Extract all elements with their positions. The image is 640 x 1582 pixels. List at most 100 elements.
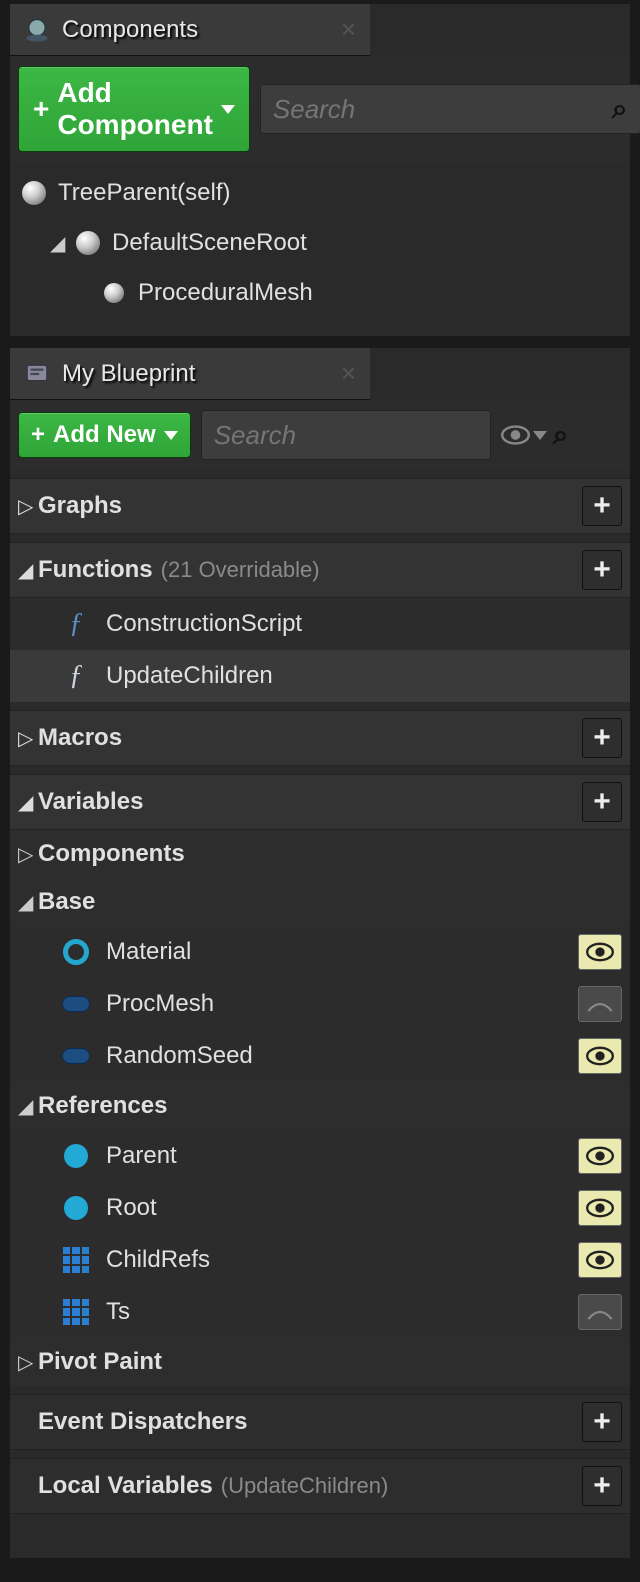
expand-icon[interactable]: ▷ [18, 726, 38, 751]
add-macro-button[interactable]: + [582, 718, 622, 758]
visibility-toggle[interactable] [578, 1242, 622, 1278]
var-material[interactable]: Material [10, 926, 630, 978]
add-dispatcher-button[interactable]: + [582, 1402, 622, 1442]
var-cat-components[interactable]: ▷ Components [10, 830, 630, 878]
root-label: Root [106, 1194, 564, 1222]
myblueprint-tab[interactable]: My Blueprint × [10, 348, 370, 400]
function-construction-script[interactable]: ƒ ConstructionScript [10, 598, 630, 650]
construction-script-label: ConstructionScript [106, 610, 622, 638]
add-local-var-button[interactable]: + [582, 1466, 622, 1506]
section-variables[interactable]: ◢ Variables + [10, 774, 630, 830]
expand-icon[interactable]: ◢ [50, 231, 64, 256]
cat-pivotpaint-label: Pivot Paint [38, 1348, 162, 1376]
components-search-input[interactable] [273, 94, 612, 125]
section-local-variables[interactable]: ▷ Local Variables (UpdateChildren) + [10, 1458, 630, 1514]
add-component-label: Add Component [57, 77, 213, 141]
array-var-icon [60, 1244, 92, 1276]
parent-label: Parent [106, 1142, 564, 1170]
blueprint-toolbar: + Add New ⌕ [10, 400, 630, 470]
ts-label: Ts [106, 1298, 564, 1326]
section-macros[interactable]: ▷ Macros + [10, 710, 630, 766]
object-ref-icon [60, 1192, 92, 1224]
scene-component-icon [74, 229, 102, 257]
local-variables-subtitle: (UpdateChildren) [221, 1473, 389, 1499]
var-cat-pivot-paint[interactable]: ▷ Pivot Paint [10, 1338, 630, 1386]
function-update-children[interactable]: ƒ UpdateChildren [10, 650, 630, 702]
tree-procedural-mesh[interactable]: ProceduralMesh [10, 268, 630, 318]
tree-root-label: TreeParent(self) [58, 179, 231, 207]
expand-icon[interactable]: ◢ [18, 890, 38, 915]
expand-icon[interactable]: ▷ [18, 494, 38, 519]
visibility-toggle[interactable] [578, 1038, 622, 1074]
components-search[interactable]: ⌕ [260, 84, 640, 134]
object-var-icon [60, 988, 92, 1020]
var-cat-references[interactable]: ◢ References [10, 1082, 630, 1130]
chevron-down-icon [533, 431, 547, 440]
local-variables-title: Local Variables [38, 1472, 213, 1500]
childrefs-label: ChildRefs [106, 1246, 564, 1274]
variables-title: Variables [38, 788, 143, 816]
functions-subtitle: (21 Overridable) [161, 557, 320, 583]
add-component-button[interactable]: + Add Component [18, 66, 250, 152]
var-randomseed[interactable]: RandomSeed [10, 1030, 630, 1082]
view-options-button[interactable] [501, 424, 547, 446]
procmesh-var-label: ProcMesh [106, 990, 564, 1018]
components-tab[interactable]: Components × [10, 4, 370, 56]
add-graph-button[interactable]: + [582, 486, 622, 526]
actor-icon [20, 179, 48, 207]
tree-default-scene-root[interactable]: ◢ DefaultSceneRoot [10, 218, 630, 268]
material-var-icon [60, 936, 92, 968]
object-var-icon [60, 1040, 92, 1072]
close-icon[interactable]: × [341, 14, 356, 45]
function-icon: ƒ [60, 608, 92, 640]
var-procmesh[interactable]: ProcMesh [10, 978, 630, 1030]
visibility-toggle[interactable] [578, 934, 622, 970]
chevron-down-icon [164, 431, 178, 440]
cat-components-label: Components [38, 840, 185, 868]
plus-icon: + [33, 93, 49, 125]
expand-icon[interactable]: ◢ [18, 558, 38, 583]
cat-references-label: References [38, 1092, 167, 1120]
expand-icon[interactable]: ◢ [18, 790, 38, 815]
var-cat-base[interactable]: ◢ Base [10, 878, 630, 926]
components-tab-title: Components [62, 16, 198, 44]
expand-icon[interactable]: ▷ [18, 1350, 38, 1375]
var-parent[interactable]: Parent [10, 1130, 630, 1182]
add-variable-button[interactable]: + [582, 782, 622, 822]
section-functions[interactable]: ◢ Functions (21 Overridable) + [10, 542, 630, 598]
plus-icon: + [31, 421, 45, 449]
visibility-toggle[interactable] [578, 1294, 622, 1330]
scene-component-icon [100, 279, 128, 307]
cat-base-label: Base [38, 888, 95, 916]
tree-root-self[interactable]: TreeParent(self) [10, 168, 630, 218]
var-root[interactable]: Root [10, 1182, 630, 1234]
material-label: Material [106, 938, 564, 966]
blueprint-tab-title: My Blueprint [62, 360, 195, 388]
components-tree: TreeParent(self) ◢ DefaultSceneRoot Proc… [10, 162, 630, 336]
event-dispatchers-title: Event Dispatchers [38, 1408, 247, 1436]
var-ts[interactable]: Ts [10, 1286, 630, 1338]
chevron-down-icon [221, 105, 235, 114]
close-icon[interactable]: × [341, 358, 356, 389]
add-new-button[interactable]: + Add New [18, 412, 191, 458]
functions-title: Functions [38, 556, 153, 584]
blueprint-search[interactable]: ⌕ [201, 410, 491, 460]
var-childrefs[interactable]: ChildRefs [10, 1234, 630, 1286]
expand-icon[interactable]: ◢ [18, 1094, 38, 1119]
expand-icon[interactable]: ▷ [18, 842, 38, 867]
visibility-toggle[interactable] [578, 986, 622, 1022]
procmesh-label: ProceduralMesh [138, 279, 313, 307]
visibility-toggle[interactable] [578, 1138, 622, 1174]
components-icon [22, 15, 52, 45]
visibility-toggle[interactable] [578, 1190, 622, 1226]
object-ref-icon [60, 1140, 92, 1172]
section-graphs[interactable]: ▷ Graphs + [10, 478, 630, 534]
graphs-title: Graphs [38, 492, 122, 520]
search-icon: ⌕ [612, 93, 628, 126]
eye-icon [501, 424, 530, 446]
add-function-button[interactable]: + [582, 550, 622, 590]
macros-title: Macros [38, 724, 122, 752]
scene-root-label: DefaultSceneRoot [112, 229, 307, 257]
section-event-dispatchers[interactable]: ▷ Event Dispatchers + [10, 1394, 630, 1450]
randomseed-label: RandomSeed [106, 1042, 564, 1070]
